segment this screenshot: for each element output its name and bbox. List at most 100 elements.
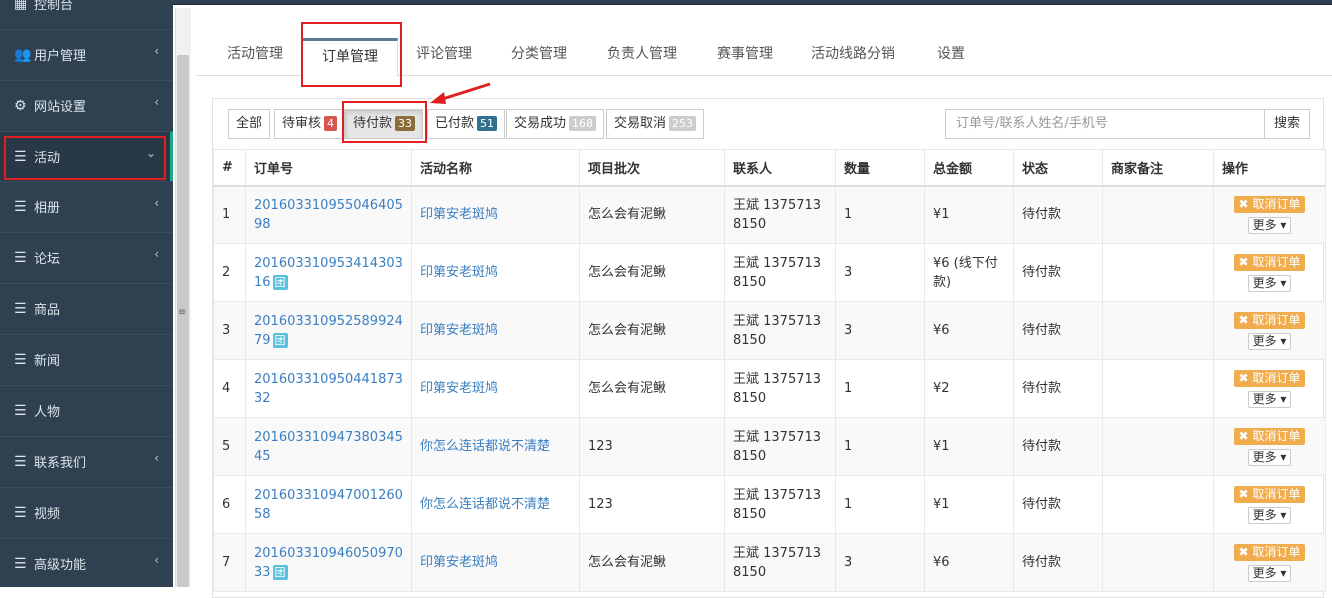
tab-6[interactable]: 活动线路分销 (811, 38, 895, 76)
sidebar-item-4[interactable]: ☰ 相册 ‹ (0, 181, 173, 231)
total-cell: ¥6 (924, 301, 1014, 360)
cancel-order-label: 取消订单 (1252, 370, 1301, 385)
cancel-order-button[interactable]: ✖ 取消订单 (1233, 311, 1306, 329)
more-dropdown-button[interactable]: 更多 ▾ (1247, 274, 1292, 292)
activity-name-link[interactable]: 印第安老斑鸠 (420, 381, 498, 396)
bars-icon: ☰ (14, 555, 27, 572)
cancel-order-button[interactable]: ✖ 取消订单 (1233, 369, 1306, 387)
chevron-left-icon: ‹ (154, 95, 159, 109)
row-number: 1 (213, 185, 246, 244)
sidebar-item-label: 用户管理 (34, 49, 87, 64)
cancel-order-button[interactable]: ✖ 取消订单 (1233, 195, 1306, 213)
cancel-order-button[interactable]: ✖ 取消订单 (1233, 543, 1306, 561)
status-cell-text: 待付款 (1022, 439, 1062, 454)
filter-button-2[interactable]: 待付款 33 (345, 109, 424, 139)
sidebar-item-0[interactable]: ▦ 控制台 (0, 0, 173, 28)
tab-4[interactable]: 负责人管理 (607, 38, 677, 76)
sidebar-item-1[interactable]: 👥 用户管理 ‹ (0, 29, 173, 79)
actions-cell: ✖ 取消订单 更多 ▾ (1213, 417, 1326, 476)
contact-cell-text: 王斌 13757138150 (733, 197, 822, 232)
filter-count-badge: 253 (669, 116, 697, 131)
gears-icon: ⚙ (14, 97, 27, 114)
more-dropdown-button[interactable]: 更多 ▾ (1247, 332, 1292, 350)
sidebar-item-7[interactable]: ☰ 新闻 (0, 334, 173, 384)
sidebar-item-11[interactable]: ☰ 高级功能 ‹ (0, 538, 173, 587)
total-cell: ¥1 (924, 185, 1014, 244)
chevron-down-icon: ⌄ (145, 146, 156, 160)
table-row: 2 20160331095341430316 团印第安老斑鸠 怎么会有泥鳅 王斌 137… (213, 243, 1326, 302)
sidebar-item-9[interactable]: ☰ 联系我们 ‹ (0, 436, 173, 486)
annotation-arrow (430, 82, 491, 104)
order-number-cell: 20160331095341430316 团 (245, 243, 412, 302)
more-dropdown-button[interactable]: 更多 ▾ (1247, 564, 1292, 582)
bars-icon: ☰ (14, 198, 27, 215)
activity-name-link[interactable]: 印第安老斑鸠 (420, 207, 498, 222)
order-number-link[interactable]: 20160331095504640598 (254, 198, 403, 232)
activity-name-link[interactable]: 印第安老斑鸠 (420, 555, 498, 570)
sidebar-item-5[interactable]: ☰ 论坛 ‹ (0, 232, 173, 282)
total-cell-text: ¥6 (933, 555, 950, 570)
quantity-cell-text: 1 (844, 381, 853, 396)
batch-cell-text: 怎么会有泥鳅 (588, 555, 667, 570)
sidebar-item-2[interactable]: ⚙ 网站设置 ‹ (0, 80, 173, 130)
cancel-order-button[interactable]: ✖ 取消订单 (1233, 253, 1306, 271)
filter-button-1[interactable]: 待审核 4 (274, 109, 346, 139)
batch-cell-text: 怎么会有泥鳅 (588, 381, 667, 396)
quantity-cell: 3 (835, 533, 925, 592)
filter-button-0[interactable]: 全部 (228, 109, 271, 139)
order-number-link[interactable]: 20160331094700126058 (254, 488, 403, 522)
total-cell: ¥1 (924, 475, 1014, 534)
sidebar-scrollbar-thumb[interactable] (177, 55, 189, 587)
more-dropdown-button[interactable]: 更多 ▾ (1247, 216, 1292, 234)
resize-grip-icon[interactable]: ≡ (178, 307, 186, 318)
bars-icon: ☰ (14, 148, 27, 165)
order-number-cell: 20160331094605097033 团 (245, 533, 412, 592)
activity-name-link[interactable]: 你怎么连话都说不清楚 (420, 497, 550, 512)
sidebar-item-label: 联系我们 (34, 456, 87, 471)
more-dropdown-button[interactable]: 更多 ▾ (1247, 506, 1292, 524)
more-dropdown-button[interactable]: 更多 ▾ (1247, 448, 1292, 466)
activity-name-cell: 印第安老斑鸠 (411, 533, 580, 592)
cancel-order-label: 取消订单 (1252, 254, 1301, 269)
chevron-left-icon: ‹ (154, 553, 159, 567)
status-cell-text: 待付款 (1022, 381, 1062, 396)
filter-button-4[interactable]: 交易成功 168 (506, 109, 605, 139)
activity-name-link[interactable]: 印第安老斑鸠 (420, 323, 498, 338)
tab-2[interactable]: 评论管理 (416, 38, 472, 76)
activity-name-link[interactable]: 你怎么连话都说不清楚 (420, 439, 550, 454)
actions-cell: ✖ 取消订单 更多 ▾ (1213, 185, 1326, 244)
row-number: 5 (213, 417, 246, 476)
tab-7[interactable]: 设置 (937, 38, 965, 76)
tab-0[interactable]: 活动管理 (227, 38, 283, 76)
more-dropdown-button[interactable]: 更多 ▾ (1247, 390, 1292, 408)
sidebar-item-6[interactable]: ☰ 商品 (0, 283, 173, 333)
batch-cell: 123 (579, 475, 725, 534)
sidebar-item-8[interactable]: ☰ 人物 (0, 385, 173, 435)
filter-button-5[interactable]: 交易取消 253 (606, 109, 705, 139)
row-number-text: 6 (222, 497, 231, 512)
cancel-order-button[interactable]: ✖ 取消订单 (1233, 485, 1306, 503)
sidebar-item-label: 活动 (34, 151, 61, 166)
contact-cell: 王斌 13757138150 (724, 185, 836, 244)
activity-name-link[interactable]: 印第安老斑鸠 (420, 265, 498, 280)
order-number-link[interactable]: 20160331095044187332 (254, 372, 403, 406)
sidebar-item-10[interactable]: ☰ 视频 (0, 487, 173, 537)
cancel-order-button[interactable]: ✖ 取消订单 (1233, 427, 1306, 445)
order-number-link[interactable]: 20160331094738034545 (254, 430, 403, 464)
status-cell: 待付款 (1013, 185, 1103, 244)
contact-cell: 王斌 13757138150 (724, 533, 836, 592)
search-input[interactable]: 订单号/联系人姓名/手机号 (945, 109, 1265, 139)
actions-cell: ✖ 取消订单 更多 ▾ (1213, 359, 1326, 418)
quantity-cell: 1 (835, 185, 925, 244)
column-header-7: 状态 (1013, 149, 1103, 187)
row-number-text: 5 (222, 439, 231, 454)
filter-button-3[interactable]: 已付款 51 (427, 109, 506, 139)
contact-cell: 王斌 13757138150 (724, 359, 836, 418)
sidebar-item-3[interactable]: ☰ 活动 ⌄ (0, 131, 173, 181)
tab-5[interactable]: 赛事管理 (717, 38, 773, 76)
column-header-3: 项目批次 (579, 149, 725, 187)
quantity-cell: 1 (835, 475, 925, 534)
tab-3[interactable]: 分类管理 (511, 38, 567, 76)
search-button[interactable]: 搜索 (1264, 109, 1310, 139)
tab-1[interactable]: 订单管理 (302, 38, 398, 77)
